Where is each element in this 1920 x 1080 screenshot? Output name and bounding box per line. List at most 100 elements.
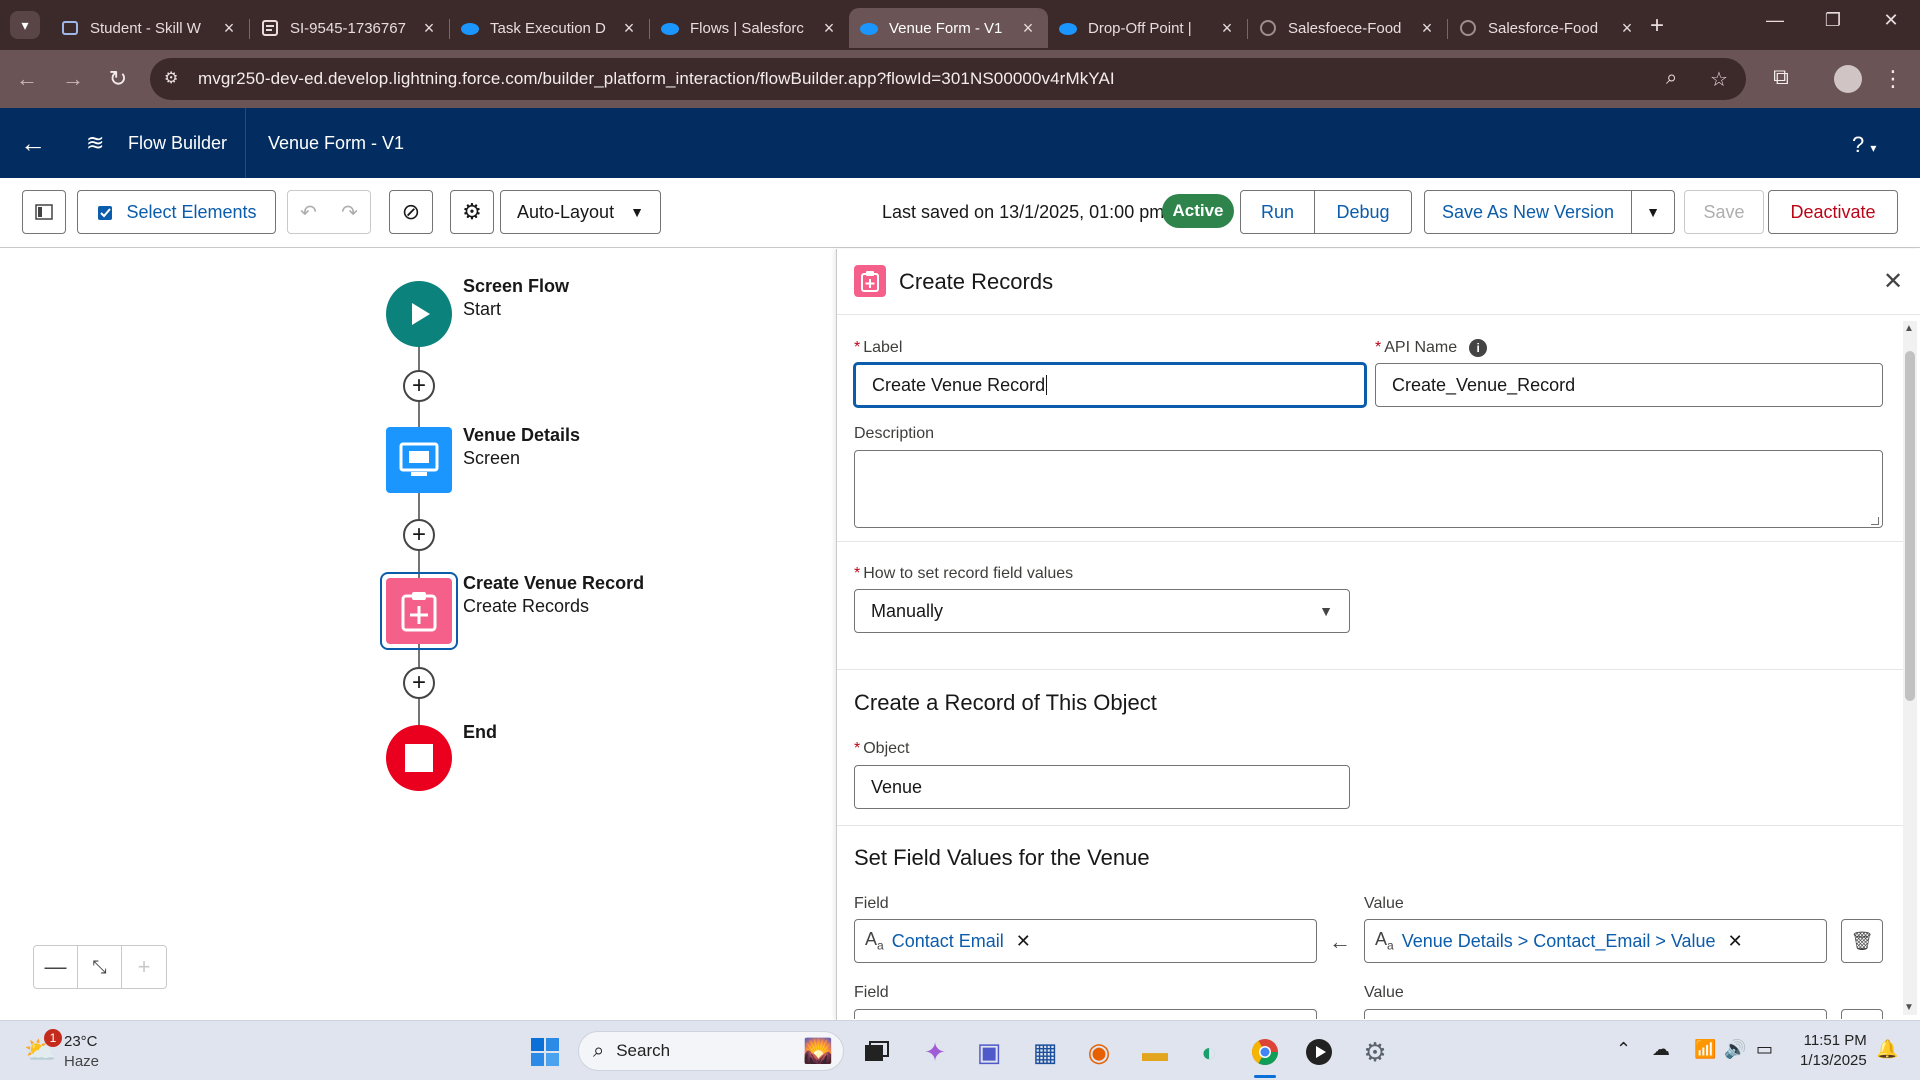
value-picker[interactable]: Aa Venue Details > Contact_Email > Value…	[1364, 919, 1827, 963]
close-icon[interactable]: ×	[819, 18, 839, 39]
task-view-icon[interactable]	[860, 1035, 894, 1069]
browser-tab[interactable]: Task Execution D ×	[450, 8, 649, 48]
run-button[interactable]: Run	[1240, 190, 1315, 234]
browser-tab-active[interactable]: Venue Form - V1 ×	[849, 8, 1048, 48]
reload-icon[interactable]: ↻	[103, 66, 133, 92]
system-clock[interactable]: 11:51 PM 1/13/2025	[1800, 1031, 1867, 1071]
forward-arrow-icon[interactable]: →	[58, 66, 88, 92]
teams-icon[interactable]: ▣	[972, 1035, 1006, 1069]
end-node[interactable]	[386, 725, 452, 791]
delete-row-button[interactable]: 🗑	[1841, 919, 1883, 963]
deactivate-button[interactable]: Deactivate	[1768, 190, 1898, 234]
chrome-icon[interactable]	[1248, 1035, 1282, 1069]
description-textarea[interactable]	[854, 450, 1883, 528]
restore-icon[interactable]: ❐	[1818, 10, 1848, 31]
tab-search-button[interactable]: ▾	[10, 11, 40, 39]
select-elements-button[interactable]: Select Elements	[77, 190, 276, 234]
close-icon[interactable]: ×	[219, 18, 239, 39]
wifi-icon[interactable]: 📶	[1694, 1039, 1716, 1060]
how-to-set-values-select[interactable]: Manually ▼	[854, 589, 1350, 633]
browser-tab[interactable]: SI-9545-1736767 ×	[250, 8, 449, 48]
zoom-out-icon[interactable]: —	[34, 946, 78, 988]
close-icon[interactable]: ×	[1018, 18, 1038, 39]
edge-icon[interactable]: ◐	[1192, 1035, 1226, 1069]
save-button[interactable]: Save	[1684, 190, 1764, 234]
address-bar[interactable]: ⚙ mvgr250-dev-ed.develop.lightning.force…	[150, 58, 1746, 100]
store-icon[interactable]: ▦	[1028, 1035, 1062, 1069]
extensions-icon[interactable]: ⧉	[1766, 64, 1796, 90]
zoom-in-icon[interactable]: +	[122, 946, 166, 988]
settings-gear-icon[interactable]: ⚙	[1358, 1035, 1392, 1069]
flow-canvas[interactable]: + + + Screen Flow Start Venue Details Sc…	[0, 249, 836, 1020]
start-node[interactable]	[386, 281, 452, 347]
value-picker[interactable]	[1364, 1009, 1827, 1019]
close-icon[interactable]: ×	[619, 18, 639, 39]
redo-icon[interactable]: ↷	[341, 200, 358, 225]
taskbar-search[interactable]: ⌕ Search 🌄	[578, 1031, 844, 1071]
clear-button[interactable]: ⊘	[389, 190, 433, 234]
object-input[interactable]: Venue	[854, 765, 1350, 809]
resize-handle[interactable]	[1871, 517, 1879, 525]
add-element-button[interactable]: +	[403, 519, 435, 551]
field-values-section-title: Set Field Values for the Venue	[854, 845, 1150, 870]
chevron-up-icon[interactable]: ⌃	[1616, 1039, 1631, 1060]
close-icon[interactable]: ×	[1217, 18, 1237, 39]
fit-view-icon[interactable]: ⤡	[78, 946, 122, 988]
settings-button[interactable]: ⚙	[450, 190, 494, 234]
add-element-button[interactable]: +	[403, 370, 435, 402]
close-icon[interactable]: ×	[1417, 18, 1437, 39]
firefox-icon[interactable]: ◉	[1082, 1035, 1116, 1069]
field-picker[interactable]	[854, 1009, 1317, 1019]
copilot-icon[interactable]: ✦	[918, 1035, 952, 1069]
value-pill: Aa Venue Details > Contact_Email > Value…	[1375, 929, 1743, 953]
save-options-dropdown[interactable]: ▼	[1631, 190, 1675, 234]
browser-tab[interactable]: Salesforce-Food ×	[1448, 8, 1647, 48]
back-arrow-icon[interactable]: ←	[12, 66, 42, 92]
close-icon[interactable]: ✕	[1883, 267, 1903, 296]
volume-icon[interactable]: 🔊	[1724, 1039, 1746, 1060]
notification-bell-icon[interactable]: 🔔	[1876, 1039, 1898, 1060]
browser-tab[interactable]: Flows | Salesforc ×	[650, 8, 849, 48]
media-player-icon[interactable]	[1302, 1035, 1336, 1069]
delete-row-button[interactable]	[1841, 1009, 1883, 1019]
help-menu-button[interactable]: ? ▾	[1852, 132, 1876, 158]
browser-tab[interactable]: Drop-Off Point | ×	[1048, 8, 1247, 48]
back-arrow-icon[interactable]: ←	[20, 128, 46, 159]
create-records-node[interactable]	[386, 578, 452, 644]
undo-icon[interactable]: ↶	[300, 200, 317, 225]
debug-button[interactable]: Debug	[1314, 190, 1412, 234]
info-icon[interactable]: i	[1469, 339, 1488, 357]
close-icon[interactable]: ×	[419, 18, 439, 39]
toggle-panel-button[interactable]	[22, 190, 66, 234]
avatar[interactable]	[1834, 65, 1862, 93]
window-close-icon[interactable]: ✕	[1876, 10, 1906, 31]
browser-tab[interactable]: Salesfoece-Food ×	[1248, 8, 1447, 48]
scrollbar-thumb[interactable]	[1905, 351, 1915, 701]
play-icon	[412, 303, 430, 325]
label-input[interactable]: Create Venue Record	[854, 363, 1366, 407]
browser-tab[interactable]: Student - Skill W ×	[50, 8, 249, 48]
screen-node[interactable]	[386, 427, 452, 493]
tab-title: SI-9545-1736767	[290, 19, 406, 37]
zoom-icon[interactable]: ⌕	[1666, 67, 1677, 90]
bookmark-star-icon[interactable]: ☆	[1710, 67, 1728, 92]
file-explorer-icon[interactable]: ▬	[1138, 1035, 1172, 1069]
minimize-icon[interactable]: —	[1760, 10, 1790, 31]
field-picker[interactable]: Aa Contact Email ✕	[854, 919, 1317, 963]
site-info-icon[interactable]: ⚙	[164, 68, 178, 88]
close-icon[interactable]: ×	[1617, 18, 1637, 39]
onedrive-cloud-icon[interactable]: ☁	[1652, 1039, 1670, 1060]
more-menu-icon[interactable]: ⋮	[1878, 66, 1908, 92]
battery-icon[interactable]: ▭	[1756, 1039, 1773, 1060]
url-text[interactable]: mvgr250-dev-ed.develop.lightning.force.c…	[198, 69, 1115, 89]
panel-scrollbar[interactable]: ▲ ▼	[1903, 321, 1917, 1015]
layout-dropdown[interactable]: Auto-Layout ▼	[500, 190, 661, 234]
new-tab-icon[interactable]: +	[1650, 12, 1664, 40]
remove-pill-icon[interactable]: ✕	[1016, 931, 1031, 952]
remove-pill-icon[interactable]: ✕	[1728, 931, 1743, 952]
start-windows-icon[interactable]	[528, 1035, 562, 1069]
save-as-new-version-button[interactable]: Save As New Version	[1424, 190, 1632, 234]
add-element-button[interactable]: +	[403, 667, 435, 699]
api-name-input[interactable]: Create_Venue_Record	[1375, 363, 1883, 407]
salesforce-cloud-icon	[660, 18, 680, 38]
